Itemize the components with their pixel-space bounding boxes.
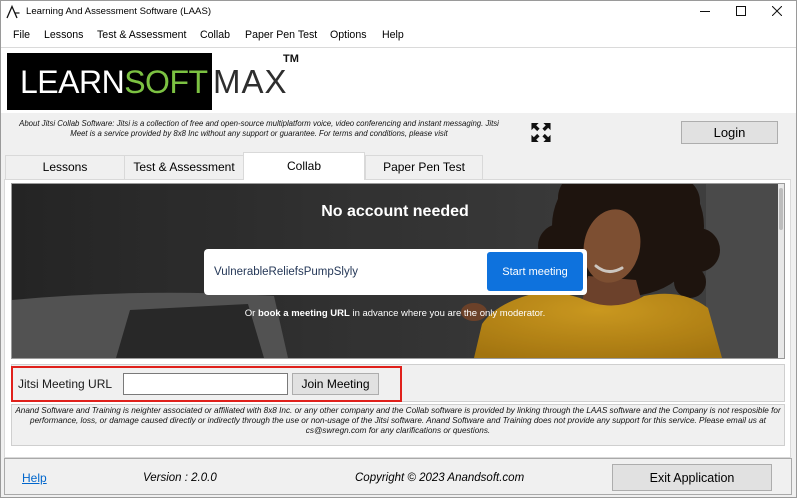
maximize-button[interactable] [723, 0, 759, 24]
tab-paper-pen-test[interactable]: Paper Pen Test [365, 155, 483, 179]
jitsi-web-view: No account needed Start meeting Or book … [11, 183, 785, 359]
menu-bar: File Lessons Test & Assessment Collab Pa… [0, 24, 797, 48]
minimize-button[interactable] [687, 0, 723, 24]
fullscreen-expand-icon[interactable] [530, 122, 552, 143]
window-title: Learning And Assessment Software (LAAS) [26, 6, 212, 17]
maximize-icon [736, 3, 746, 21]
menu-collab[interactable]: Collab [199, 27, 231, 44]
jitsi-url-highlight-box: Jitsi Meeting URL Join Meeting [11, 366, 402, 402]
disclaimer-text: Anand Software and Training is neighter … [11, 404, 785, 446]
menu-file[interactable]: File [12, 27, 31, 44]
meeting-name-input[interactable] [214, 249, 482, 295]
help-link[interactable]: Help [22, 471, 47, 485]
logo-max: MAX [213, 63, 288, 100]
minimize-icon [700, 3, 710, 21]
tab-lessons[interactable]: Lessons [5, 155, 125, 179]
jitsi-url-input[interactable] [123, 373, 288, 395]
title-bar: Learning And Assessment Software (LAAS) [0, 0, 797, 24]
close-icon [771, 3, 783, 21]
start-meeting-button[interactable]: Start meeting [487, 252, 583, 291]
book-meeting-note: Or book a meeting URL in advance where y… [12, 308, 778, 320]
about-text: About Jitsi Collab Software: Jitsi is a … [19, 119, 499, 138]
jitsi-url-label: Jitsi Meeting URL [18, 377, 113, 391]
laas-app-icon [5, 4, 21, 20]
menu-options[interactable]: Options [329, 27, 368, 44]
menu-lessons[interactable]: Lessons [43, 27, 84, 44]
login-button[interactable]: Login [681, 121, 778, 144]
meeting-card: Start meeting [204, 249, 587, 295]
exit-application-button[interactable]: Exit Application [612, 464, 772, 491]
version-label: Version : 2.0.0 [143, 472, 217, 484]
logo-learn: LEARN [20, 64, 125, 100]
close-button[interactable] [759, 0, 795, 24]
menu-help[interactable]: Help [381, 27, 405, 44]
note-suffix: in advance where you are the only modera… [349, 308, 546, 319]
note-prefix: Or [244, 308, 258, 319]
menu-paper-pen-test[interactable]: Paper Pen Test [244, 27, 318, 44]
tab-test-assessment[interactable]: Test & Assessment [124, 155, 244, 179]
web-scrollbar-thumb[interactable] [779, 188, 783, 230]
web-scrollbar[interactable] [778, 184, 784, 358]
menu-test-assessment[interactable]: Test & Assessment [96, 27, 188, 44]
logo-soft: SOFT [124, 64, 208, 100]
logo-wordmark: LEARNSOFT [20, 64, 208, 100]
logo-trademark: TM [283, 53, 299, 65]
book-meeting-link[interactable]: book a meeting URL [258, 308, 350, 319]
web-headline: No account needed [321, 203, 469, 220]
status-footer: Help Version : 2.0.0 Copyright © 2023 An… [4, 458, 792, 495]
header-logo-area: LEARNSOFT MAX TM [0, 48, 797, 113]
tab-collab[interactable]: Collab [243, 152, 365, 180]
join-meeting-button[interactable]: Join Meeting [292, 373, 379, 395]
copyright-label: Copyright © 2023 Anandsoft.com [355, 472, 525, 484]
logo-black-panel: LEARNSOFT [7, 53, 212, 110]
